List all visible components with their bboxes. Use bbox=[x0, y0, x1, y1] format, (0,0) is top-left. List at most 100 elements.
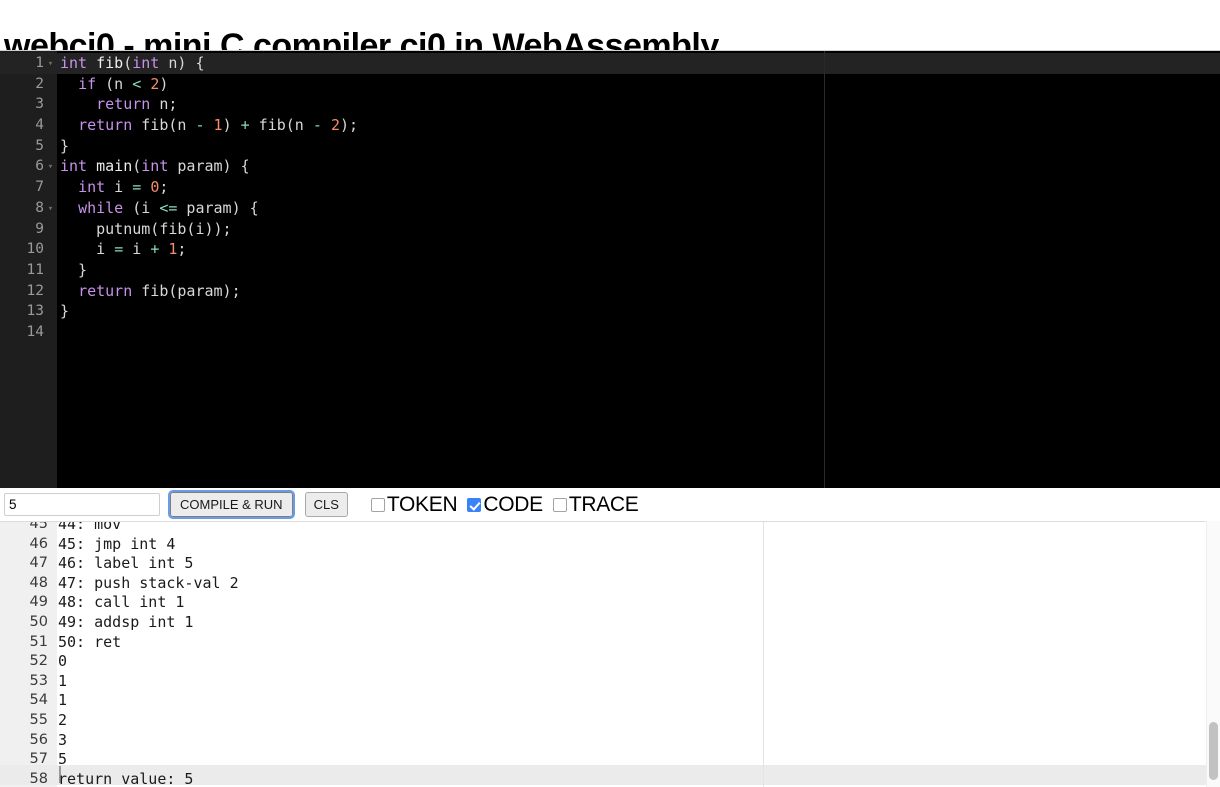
code-token: - bbox=[312, 116, 322, 135]
fold-placeholder bbox=[44, 94, 57, 115]
output-line[interactable]: 52 0 bbox=[0, 652, 1220, 672]
editor-line[interactable]: 9 putnum(fib(i)); bbox=[0, 219, 1220, 240]
editor-line-text: i = i + 1; bbox=[57, 239, 186, 260]
output-line[interactable]: 47 46: label int 5 bbox=[0, 554, 1220, 574]
editor-line-number: 6 bbox=[35, 158, 44, 175]
editor-line[interactable]: 3 return n; bbox=[0, 94, 1220, 115]
fold-placeholder bbox=[44, 74, 57, 95]
fold-placeholder bbox=[44, 239, 57, 260]
code-token: ) bbox=[159, 74, 169, 93]
editor-line-text: while (i <= param) { bbox=[57, 198, 259, 219]
code-token: ; bbox=[177, 240, 187, 259]
c-source-editor[interactable]: 1 ▾ int fib(int n) {2 if (n < 2) 3 return n… bbox=[0, 50, 1220, 488]
output-line[interactable]: 48 47: push stack-val 2 bbox=[0, 574, 1220, 594]
code-token: 2 bbox=[330, 116, 340, 135]
chevron-down-icon[interactable]: ▾ bbox=[44, 198, 57, 219]
editor-code-area[interactable]: 1 ▾ int fib(int n) {2 if (n < 2) 3 return n… bbox=[0, 53, 1220, 343]
editor-line-number: 3 bbox=[35, 96, 44, 113]
checkbox-label: TOKEN bbox=[386, 492, 458, 516]
output-line-number: 57 bbox=[29, 751, 48, 768]
editor-line[interactable]: 5} bbox=[0, 136, 1220, 157]
chevron-down-icon[interactable]: ▾ bbox=[44, 156, 57, 177]
editor-line[interactable]: 1 ▾ int fib(int n) { bbox=[0, 53, 1220, 74]
checkbox-token[interactable]: TOKEN bbox=[370, 492, 458, 517]
output-line[interactable]: 50 49: addsp int 1 bbox=[0, 613, 1220, 633]
compiler-output-console[interactable]: 45 44: mov 46 45: jmp int 4 47 46: label int … bbox=[0, 521, 1220, 787]
code-token: ; bbox=[159, 178, 169, 197]
editor-line[interactable]: 2 if (n < 2) bbox=[0, 74, 1220, 95]
editor-line[interactable]: 11 } bbox=[0, 260, 1220, 281]
editor-line-number: 14 bbox=[26, 323, 44, 340]
output-line-text: 3 bbox=[58, 730, 68, 749]
output-line[interactable]: 53 1 bbox=[0, 672, 1220, 692]
output-text-area[interactable]: 45 44: mov 46 45: jmp int 4 47 46: label int … bbox=[0, 522, 1220, 787]
checkmark-icon[interactable] bbox=[467, 497, 482, 512]
code-token: + bbox=[150, 240, 160, 259]
output-line[interactable]: 46 45: jmp int 4 bbox=[0, 535, 1220, 555]
editor-line[interactable]: 10 i = i + 1; bbox=[0, 239, 1220, 260]
editor-line[interactable]: 12 return fib(param); bbox=[0, 281, 1220, 302]
editor-line[interactable]: 7 int i = 0; bbox=[0, 177, 1220, 198]
code-token: = bbox=[114, 240, 124, 259]
output-line[interactable]: 45 44: mov bbox=[0, 522, 1220, 535]
compile-and-run-button[interactable]: COMPILE & RUN bbox=[168, 490, 295, 519]
output-line-number: 54 bbox=[29, 692, 48, 709]
output-scrollbar-thumb[interactable] bbox=[1209, 722, 1218, 780]
output-line-text: 2 bbox=[58, 710, 68, 729]
code-token: 0 bbox=[150, 178, 160, 197]
checkbox-label: CODE bbox=[483, 492, 543, 516]
editor-line-text: } bbox=[57, 260, 87, 281]
code-token: 1 bbox=[213, 116, 223, 135]
editor-line-number: 9 bbox=[35, 220, 44, 237]
editor-line-text: return n; bbox=[57, 94, 177, 115]
editor-line-number: 5 bbox=[35, 137, 44, 154]
editor-line-text: int fib(int n) { bbox=[57, 53, 205, 74]
editor-line-text: putnum(fib(i)); bbox=[57, 219, 231, 240]
output-line-number: 49 bbox=[29, 594, 48, 611]
editor-line[interactable]: 4 return fib(n - 1) + fib(n - 2); bbox=[0, 115, 1220, 136]
output-line[interactable]: 54 1 bbox=[0, 691, 1220, 711]
checkbox-code[interactable]: CODE bbox=[467, 492, 543, 517]
fold-placeholder bbox=[44, 301, 57, 322]
chevron-down-icon[interactable]: ▾ bbox=[44, 53, 57, 74]
checkbox-empty-icon[interactable] bbox=[370, 497, 385, 512]
editor-line-text: if (n < 2) bbox=[57, 74, 168, 95]
output-line-number: 48 bbox=[29, 574, 48, 591]
output-line[interactable]: 51 50: ret bbox=[0, 633, 1220, 653]
editor-line[interactable]: 8 ▾ while (i <= param) { bbox=[0, 198, 1220, 219]
code-token: return bbox=[78, 116, 133, 135]
output-line[interactable]: 55 2 bbox=[0, 711, 1220, 731]
program-argument-input[interactable] bbox=[4, 493, 160, 516]
code-token: <= bbox=[159, 198, 178, 217]
output-line-text: 49: addsp int 1 bbox=[58, 612, 194, 631]
editor-line-number: 1 bbox=[35, 55, 44, 71]
code-token: int bbox=[60, 157, 88, 176]
checkbox-trace[interactable]: TRACE bbox=[552, 493, 639, 517]
editor-line[interactable]: 14 bbox=[0, 322, 1220, 343]
editor-line[interactable]: 6 ▾ int main(int param) { bbox=[0, 156, 1220, 177]
fold-placeholder bbox=[44, 219, 57, 240]
output-line-text: 47: push stack-val 2 bbox=[58, 573, 239, 592]
editor-line-text: int i = 0; bbox=[57, 177, 168, 198]
output-line-text: 50: ret bbox=[58, 632, 122, 651]
output-line[interactable]: 56 3 bbox=[0, 731, 1220, 751]
clear-console-button[interactable]: CLS bbox=[304, 492, 348, 517]
code-token: } bbox=[60, 260, 88, 279]
output-line[interactable]: 57 5 bbox=[0, 750, 1220, 770]
editor-line[interactable]: 13} bbox=[0, 301, 1220, 322]
output-line[interactable]: 58 return value: 5 bbox=[0, 770, 1220, 787]
code-token: ( bbox=[123, 54, 133, 72]
code-token: fib(param); bbox=[132, 281, 241, 300]
output-line[interactable]: 49 48: call int 1 bbox=[0, 593, 1220, 613]
code-token: i bbox=[105, 178, 133, 197]
checkbox-empty-icon[interactable] bbox=[552, 497, 567, 512]
fold-placeholder bbox=[44, 136, 57, 157]
code-token: param) { bbox=[177, 198, 259, 217]
fold-placeholder bbox=[44, 260, 57, 281]
